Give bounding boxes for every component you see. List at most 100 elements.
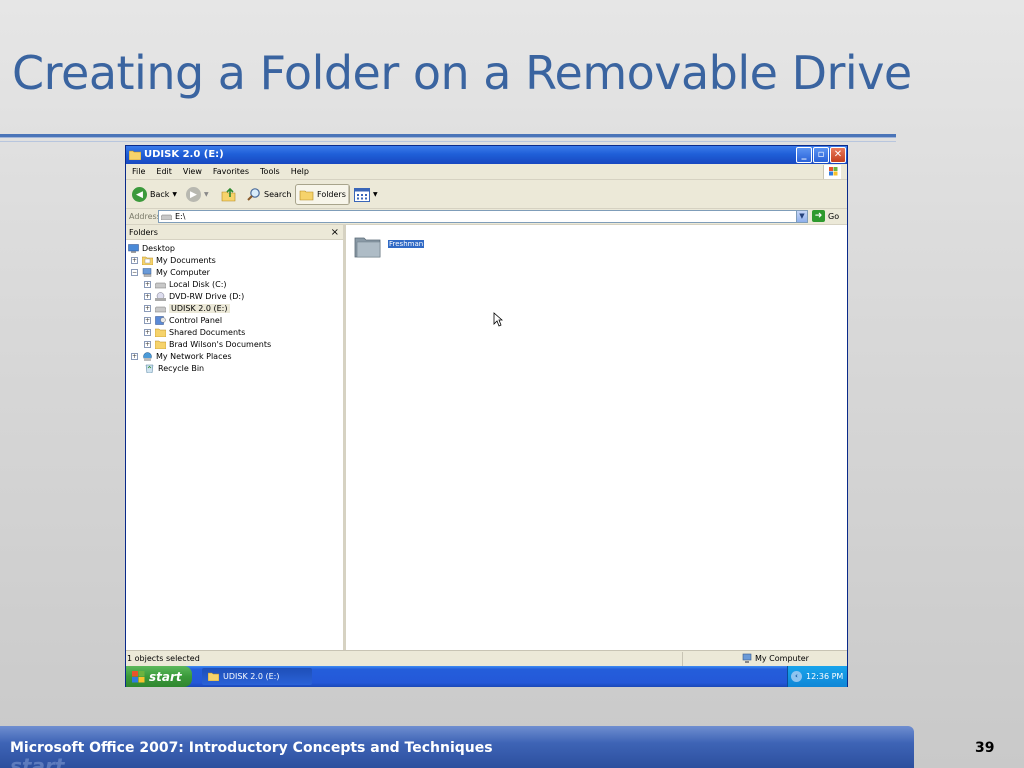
expand-icon[interactable]: + (144, 292, 151, 300)
address-dropdown-icon[interactable]: ▼ (796, 211, 807, 222)
chevron-down-icon: ▼ (373, 191, 378, 198)
tree-item-label: UDISK 2.0 (E:) (169, 303, 230, 313)
status-selection-count: 1 objects selected (127, 654, 200, 663)
tree-item[interactable]: + Brad Wilson's Documents (144, 338, 271, 350)
chevron-down-icon: ▼ (204, 191, 209, 198)
start-button[interactable]: start (126, 666, 192, 687)
taskbar-window-label: UDISK 2.0 (E:) (223, 672, 280, 681)
windows-logo-icon (132, 670, 145, 682)
up-folder-icon (221, 187, 236, 202)
menu-favorites[interactable]: Favorites (213, 167, 249, 176)
folders-pane-title: Folders (129, 228, 158, 237)
tree-item-label: My Computer (156, 267, 210, 277)
go-label: Go (828, 211, 840, 221)
my-computer-icon (142, 267, 156, 277)
tree-item[interactable]: + Shared Documents (144, 326, 245, 338)
forward-arrow-icon: ▶ (186, 187, 201, 202)
chevron-down-icon: ▼ (172, 191, 178, 198)
tree-item[interactable]: + My Network Places (131, 350, 232, 362)
expand-icon[interactable]: + (144, 340, 151, 348)
expand-icon[interactable]: + (144, 304, 151, 312)
status-bar: 1 objects selected My Computer (126, 650, 847, 666)
dvd-drive-icon (155, 291, 169, 301)
tree-item[interactable]: + My Documents (131, 254, 216, 266)
go-button[interactable]: ➜ Go (812, 210, 839, 222)
expand-icon[interactable]: + (144, 316, 151, 324)
menu-bar: File Edit View Favorites Tools Help (126, 164, 847, 180)
close-icon[interactable]: × (331, 225, 339, 240)
taskbar-window-button[interactable]: UDISK 2.0 (E:) (202, 668, 312, 685)
clock: 12:36 PM (806, 672, 844, 681)
menu-help[interactable]: Help (291, 167, 309, 176)
recycle-bin-icon (144, 364, 158, 373)
maximize-button[interactable]: ▫ (813, 147, 829, 163)
folders-button[interactable]: Folders (295, 184, 350, 205)
address-input[interactable]: E:\ ▼ (158, 210, 808, 223)
removable-drive-icon (161, 214, 172, 220)
tray-expand-icon[interactable]: ‹ (791, 671, 802, 682)
status-location: My Computer (742, 653, 809, 664)
windows-logo-icon (823, 165, 841, 179)
desktop-icon (128, 243, 142, 253)
folder-icon[interactable] (354, 233, 382, 259)
search-button[interactable]: Search (246, 184, 291, 205)
folders-pane-header: Folders × (126, 225, 343, 240)
menu-edit[interactable]: Edit (156, 167, 172, 176)
views-icon (354, 187, 370, 202)
removable-drive-icon (155, 304, 169, 313)
title-divider (0, 134, 896, 138)
back-button[interactable]: ◀ Back ▼ (132, 184, 177, 205)
content-pane: Freshman (349, 225, 847, 650)
collapse-icon[interactable]: − (131, 268, 138, 276)
folder-icon (155, 328, 169, 337)
tree-item[interactable]: + Local Disk (C:) (144, 278, 227, 290)
search-label: Search (264, 190, 292, 199)
page-number: 39 (975, 740, 995, 756)
status-location-label: My Computer (755, 654, 809, 663)
tree-item-label: DVD-RW Drive (D:) (169, 291, 245, 301)
forward-button[interactable]: ▶ ▼ (186, 184, 209, 205)
expand-icon[interactable]: + (131, 256, 138, 264)
folders-label: Folders (317, 190, 346, 199)
views-button[interactable]: ▼ (354, 184, 378, 205)
folder-icon (129, 150, 141, 160)
folders-pane: Folders × Desktop + My Documents − My Comput… (126, 225, 346, 650)
address-value: E:\ (175, 212, 186, 221)
tree-item[interactable]: Desktop (128, 242, 175, 254)
explorer-window: UDISK 2.0 (E:) _ ▫ ✕ File Edit View Favo… (125, 145, 848, 687)
go-arrow-icon: ➜ (812, 210, 825, 222)
hard-disk-icon (155, 280, 169, 289)
expand-icon[interactable]: + (144, 280, 151, 288)
expand-icon[interactable]: + (144, 328, 151, 336)
status-divider (682, 652, 683, 666)
folder-name-label[interactable]: Freshman (388, 240, 425, 248)
search-icon (247, 188, 260, 201)
tree-item[interactable]: + Control Panel (144, 314, 222, 326)
tree-item[interactable]: − My Computer (131, 266, 210, 278)
folder-icon (155, 340, 169, 349)
minimize-button[interactable]: _ (796, 147, 812, 163)
close-button[interactable]: ✕ (830, 147, 846, 163)
menu-tools[interactable]: Tools (260, 167, 280, 176)
menu-file[interactable]: File (132, 167, 145, 176)
taskbar: start UDISK 2.0 (E:) ‹ 12:36 PM (126, 666, 847, 687)
tree-item-label: Desktop (142, 243, 175, 253)
address-label: Address (129, 212, 161, 221)
expand-icon[interactable]: + (131, 352, 138, 360)
slide-title: Creating a Folder on a Removable Drive (12, 46, 912, 100)
tree-item-label: Local Disk (C:) (169, 279, 227, 289)
tree-item[interactable]: + DVD-RW Drive (D:) (144, 290, 244, 302)
tree-item-label: My Network Places (156, 351, 232, 361)
up-folder-button[interactable] (221, 184, 236, 205)
toolbar: ◀ Back ▼ ▶ ▼ Search Folders ▼ (126, 180, 847, 209)
tree-item-label: Brad Wilson's Documents (169, 339, 272, 349)
folders-icon (299, 190, 314, 201)
menu-view[interactable]: View (183, 167, 202, 176)
window-titlebar[interactable]: UDISK 2.0 (E:) _ ▫ ✕ (126, 146, 847, 164)
my-documents-icon (142, 256, 156, 265)
system-tray: ‹ 12:36 PM (787, 666, 847, 687)
tree-item[interactable]: Recycle Bin (131, 362, 204, 374)
tree-item[interactable]: + UDISK 2.0 (E:) (144, 302, 230, 314)
tree-item-label: Shared Documents (169, 327, 246, 337)
start-label: start (149, 669, 182, 684)
